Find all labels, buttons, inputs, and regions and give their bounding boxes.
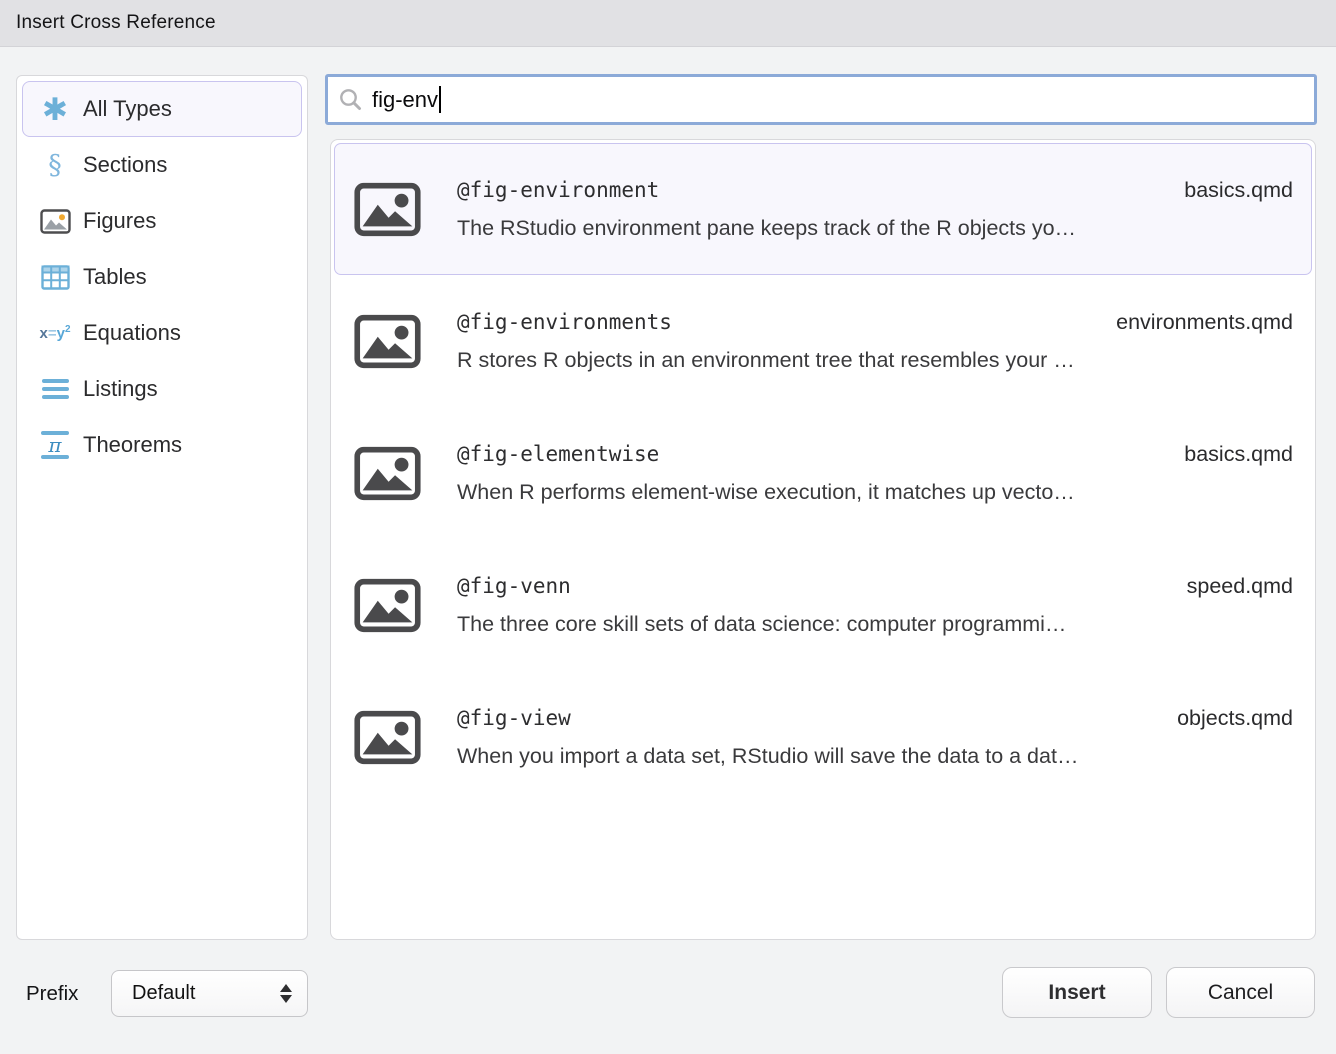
sidebar-item-label: Sections — [83, 152, 167, 178]
prefix-select[interactable]: Default — [111, 970, 308, 1017]
sidebar-item-label: Listings — [83, 376, 158, 402]
image-icon — [32, 201, 78, 241]
search-input[interactable]: fig-env — [325, 74, 1317, 125]
reference-id: @fig-environment — [457, 178, 659, 202]
result-row[interactable]: @fig-environment basics.qmd The RStudio … — [334, 143, 1312, 275]
reference-description: R stores R objects in an environment tre… — [457, 348, 1293, 373]
source-file: objects.qmd — [1177, 706, 1293, 731]
pi-icon: π — [32, 425, 78, 465]
image-placeholder-icon — [354, 578, 421, 633]
reference-id: @fig-environments — [457, 310, 672, 334]
image-placeholder-icon — [354, 314, 421, 369]
prefix-label: Prefix — [26, 970, 78, 1017]
reference-description: When R performs element-wise execution, … — [457, 480, 1293, 505]
image-placeholder-icon — [354, 446, 421, 501]
reference-id: @fig-venn — [457, 574, 571, 598]
sidebar-item-label: Figures — [83, 208, 156, 234]
sidebar-item-sections[interactable]: § Sections — [22, 137, 302, 193]
insert-button[interactable]: Insert — [1002, 967, 1152, 1018]
reference-description: When you import a data set, RStudio will… — [457, 744, 1293, 769]
sidebar-item-equations[interactable]: x=y2 Equations — [22, 305, 302, 361]
table-grid-icon — [32, 257, 78, 297]
select-arrows-icon — [280, 984, 292, 1003]
section-mark-icon: § — [32, 145, 78, 185]
reference-description: The RStudio environment pane keeps track… — [457, 216, 1293, 241]
sidebar-item-label: All Types — [83, 96, 172, 122]
source-file: basics.qmd — [1184, 178, 1293, 203]
result-row[interactable]: @fig-environments environments.qmd R sto… — [334, 275, 1312, 407]
reference-id: @fig-elementwise — [457, 442, 659, 466]
sidebar-item-all-types[interactable]: ✱ All Types — [22, 81, 302, 137]
result-row[interactable]: @fig-venn speed.qmd The three core skill… — [334, 539, 1312, 671]
result-row[interactable]: @fig-elementwise basics.qmd When R perfo… — [334, 407, 1312, 539]
cross-reference-results-list: @fig-environment basics.qmd The RStudio … — [330, 139, 1316, 940]
asterisk-icon: ✱ — [32, 89, 78, 129]
image-placeholder-icon — [354, 710, 421, 765]
prefix-selected-value: Default — [132, 982, 195, 1005]
sidebar-item-tables[interactable]: Tables — [22, 249, 302, 305]
search-value: fig-env — [372, 87, 438, 113]
sidebar-item-listings[interactable]: Listings — [22, 361, 302, 417]
insert-cross-reference-dialog: Insert Cross Reference ✱ All Types § Sec… — [0, 0, 1336, 1054]
sidebar-item-theorems[interactable]: π Theorems — [22, 417, 302, 473]
sidebar-item-label: Theorems — [83, 432, 182, 458]
sidebar-item-label: Tables — [83, 264, 147, 290]
cancel-button[interactable]: Cancel — [1166, 967, 1315, 1018]
image-placeholder-icon — [354, 182, 421, 237]
type-filter-sidebar: ✱ All Types § Sections Figures — [16, 75, 308, 940]
source-file: speed.qmd — [1187, 574, 1293, 599]
dialog-titlebar: Insert Cross Reference — [0, 0, 1336, 47]
sidebar-item-label: Equations — [83, 320, 181, 346]
equation-icon: x=y2 — [32, 313, 78, 353]
search-icon — [338, 87, 363, 112]
result-row[interactable]: @fig-view objects.qmd When you import a … — [334, 671, 1312, 803]
reference-description: The three core skill sets of data scienc… — [457, 612, 1293, 637]
source-file: basics.qmd — [1184, 442, 1293, 467]
list-lines-icon — [32, 369, 78, 409]
reference-id: @fig-view — [457, 706, 571, 730]
text-cursor — [439, 86, 441, 113]
dialog-title: Insert Cross Reference — [16, 12, 216, 34]
source-file: environments.qmd — [1116, 310, 1293, 335]
sidebar-item-figures[interactable]: Figures — [22, 193, 302, 249]
